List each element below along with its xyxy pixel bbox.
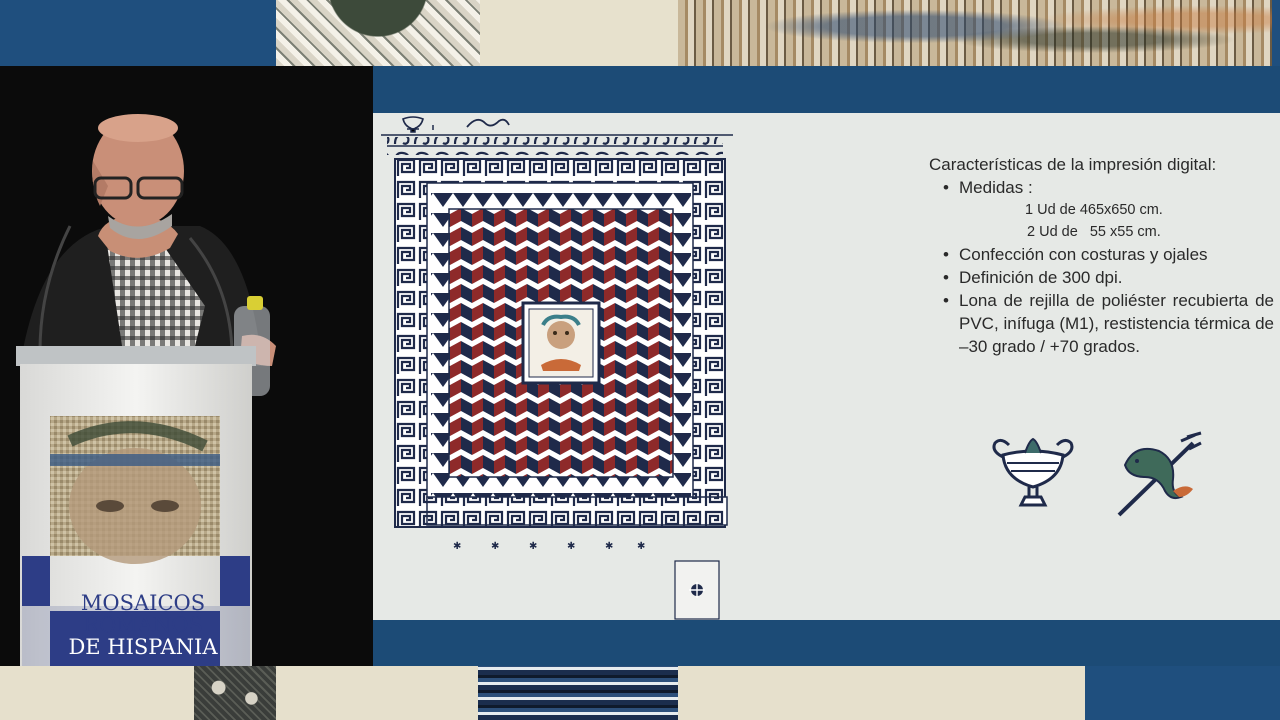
- bottom-mosaic-tile: [194, 666, 276, 720]
- bottom-mosaic-stripes-tile: [478, 666, 678, 720]
- podium-line-1: MOSAICOS: [80, 591, 206, 615]
- lectern-top: [16, 346, 256, 366]
- video-frame: MOSAICOS ROMANOS DE HISPANIA ✱ ✱ ✱ ✱ ✱ ✱…: [0, 0, 1280, 720]
- medusa-emblem: [521, 301, 601, 385]
- marker-row: ✱ ✱ ✱ ✱ ✱ ✱: [453, 541, 645, 552]
- small-panel: [674, 560, 720, 620]
- vase-icon-small: [402, 116, 434, 133]
- slide-heading: Características de la impresión digital:: [929, 155, 1217, 174]
- svg-text:✱: ✱: [491, 541, 499, 552]
- top-cream-tile: [480, 0, 678, 66]
- mosaic-floor-plan: ✱ ✱ ✱ ✱ ✱ ✱: [381, 116, 733, 620]
- slide-top-band: [373, 66, 1280, 113]
- top-mosaic-tile: [276, 0, 480, 66]
- svg-text:✱: ✱: [637, 541, 645, 552]
- speaker-scene: [16, 114, 276, 666]
- dolphin-icon-small: [466, 118, 510, 128]
- bullet-text: Lona de rejilla de poliéster recubierta …: [959, 291, 1274, 356]
- bottom-blue-tile: [1085, 666, 1280, 720]
- bullet-measures: • Medidas :: [943, 176, 1274, 199]
- presentation-slide: ✱ ✱ ✱ ✱ ✱ ✱ Características de la impres…: [373, 113, 1280, 620]
- wave-border: [387, 137, 723, 155]
- bullet-confection: • Confección con costuras y ojales: [943, 243, 1274, 266]
- svg-text:✱: ✱: [567, 541, 575, 552]
- top-blue-edge: [1272, 0, 1280, 66]
- measure-line-2: 2 Ud de 55 x55 cm.: [1027, 224, 1161, 240]
- slide-text-block: Características de la impresión digital:…: [929, 153, 1274, 358]
- bullet-text: Definición de 300 dpi.: [959, 268, 1123, 287]
- svg-text:✱: ✱: [605, 541, 613, 552]
- podium-line-3: DE HISPANIA: [68, 635, 218, 659]
- svg-text:✱: ✱: [453, 541, 461, 552]
- svg-text:✱: ✱: [529, 541, 537, 552]
- podium-line-2: ROMANOS: [83, 613, 203, 637]
- podium-title: MOSAICOS ROMANOS DE HISPANIA: [48, 592, 238, 658]
- slide-bottom-band: [373, 620, 1280, 666]
- bullet-definition: • Definición de 300 dpi.: [943, 266, 1274, 289]
- bullet-text: Medidas :: [959, 178, 1033, 197]
- dolphin-trident-icon: [1117, 431, 1202, 517]
- speaker-video: MOSAICOS ROMANOS DE HISPANIA: [0, 66, 373, 666]
- bullet-material: • Lona de rejilla de poliéster recubiert…: [943, 291, 1274, 356]
- vase-icon: [992, 437, 1074, 507]
- measure-line-1: 1 Ud de 465x650 cm.: [1025, 202, 1163, 218]
- top-blue-tile: [0, 0, 276, 66]
- bullet-text: Confección con costuras y ojales: [959, 245, 1208, 264]
- top-mosaic-face-tile: [678, 0, 1272, 66]
